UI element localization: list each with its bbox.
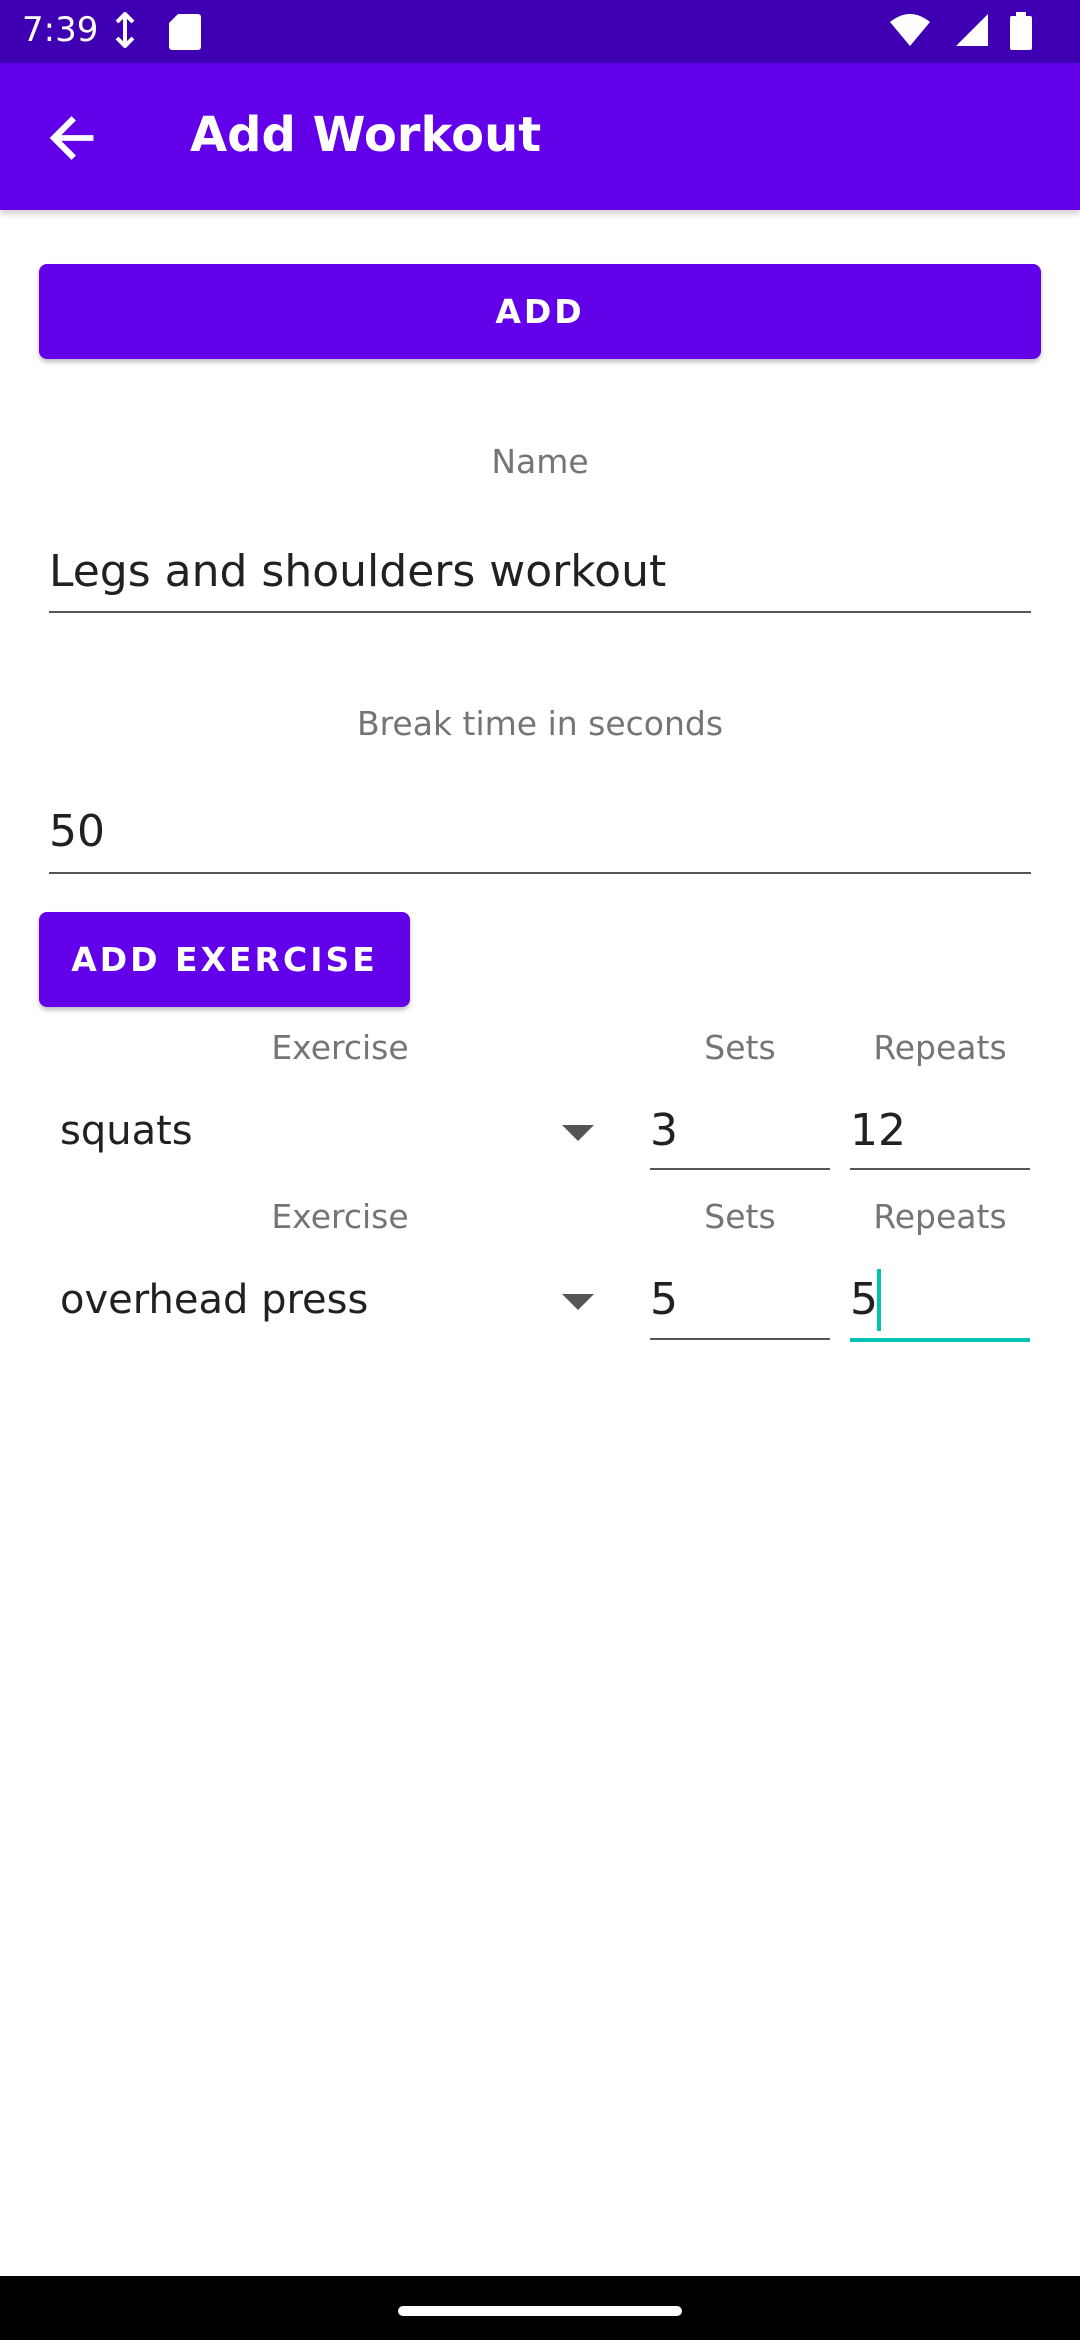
sd-card-icon <box>169 14 201 50</box>
text-cursor <box>877 1269 881 1331</box>
exercise-header: Exercise <box>271 1028 409 1067</box>
repeats-field-underline <box>850 1338 1030 1342</box>
add-exercise-button[interactable]: ADD EXERCISE <box>39 912 410 1007</box>
repeats-field-underline <box>850 1168 1030 1170</box>
sets-field[interactable]: 3 <box>650 1105 678 1156</box>
sets-header: Sets <box>704 1028 776 1067</box>
page-title: Add Workout <box>190 107 542 163</box>
exercise-dropdown-value: overhead press <box>60 1277 369 1323</box>
arrow-back-icon[interactable] <box>38 103 108 173</box>
dropdown-arrow-icon <box>562 1125 594 1141</box>
break-time-label: Break time in seconds <box>356 704 724 743</box>
sets-header: Sets <box>704 1197 776 1236</box>
status-time: 7:39 <box>22 10 99 50</box>
name-field-underline <box>49 611 1031 613</box>
battery-icon <box>1010 12 1032 50</box>
sets-field-underline <box>650 1168 830 1170</box>
home-gesture-handle[interactable] <box>398 2306 682 2316</box>
break-time-field[interactable]: 50 <box>49 806 105 857</box>
repeats-field[interactable]: 12 <box>850 1105 906 1156</box>
break-time-field-underline <box>49 872 1031 874</box>
sets-field[interactable]: 5 <box>650 1274 678 1325</box>
repeats-field[interactable]: 5 <box>850 1274 878 1325</box>
exercise-dropdown-value: squats <box>60 1108 193 1154</box>
repeats-header: Repeats <box>873 1197 1007 1236</box>
data-saver-icon <box>115 12 135 48</box>
name-field[interactable]: Legs and shoulders workout <box>49 546 666 597</box>
sets-field-underline <box>650 1338 830 1340</box>
exercise-header: Exercise <box>271 1197 409 1236</box>
wifi-icon <box>890 14 930 46</box>
status-bar: 7:39 <box>0 0 1080 63</box>
dropdown-arrow-icon <box>562 1294 594 1310</box>
repeats-header: Repeats <box>873 1028 1007 1067</box>
name-label: Name <box>491 442 589 481</box>
app-bar: Add Workout <box>0 63 1080 210</box>
add-button[interactable]: ADD <box>39 264 1041 359</box>
signal-icon <box>956 14 988 46</box>
screen: 7:39 Add Workout ADD Name Legs and shoul… <box>0 0 1080 2340</box>
